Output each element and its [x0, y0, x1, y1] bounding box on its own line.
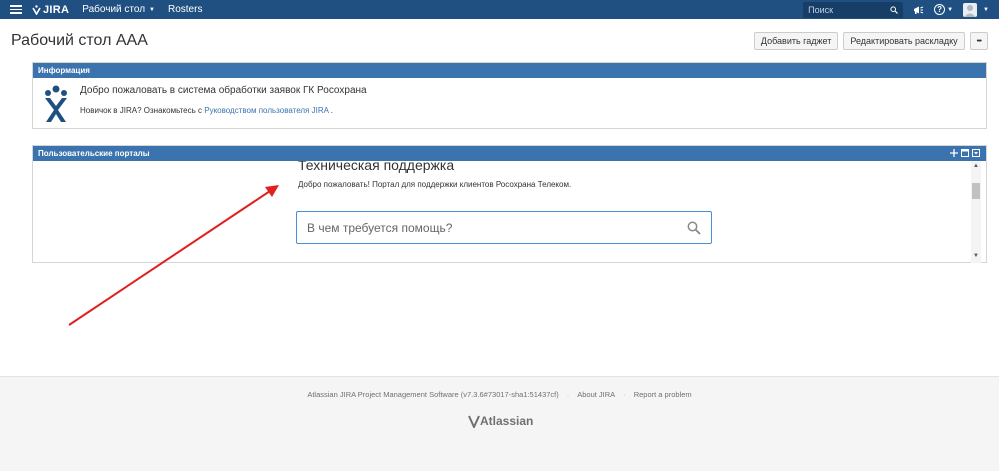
footer: Atlassian JIRA Project Management Softwa… [0, 376, 999, 471]
report-problem-link[interactable]: Report a problem [634, 390, 692, 399]
footer-software-info: Atlassian JIRA Project Management Softwa… [307, 390, 559, 399]
atlassian-logo-icon [468, 415, 480, 428]
about-jira-link[interactable]: About JIRA [577, 390, 615, 399]
footer-separator: · [566, 390, 570, 399]
footer-separator: · [623, 390, 626, 399]
atlassian-logo-text: Atlassian [480, 414, 534, 428]
atlassian-logo[interactable]: Atlassian [468, 414, 533, 428]
